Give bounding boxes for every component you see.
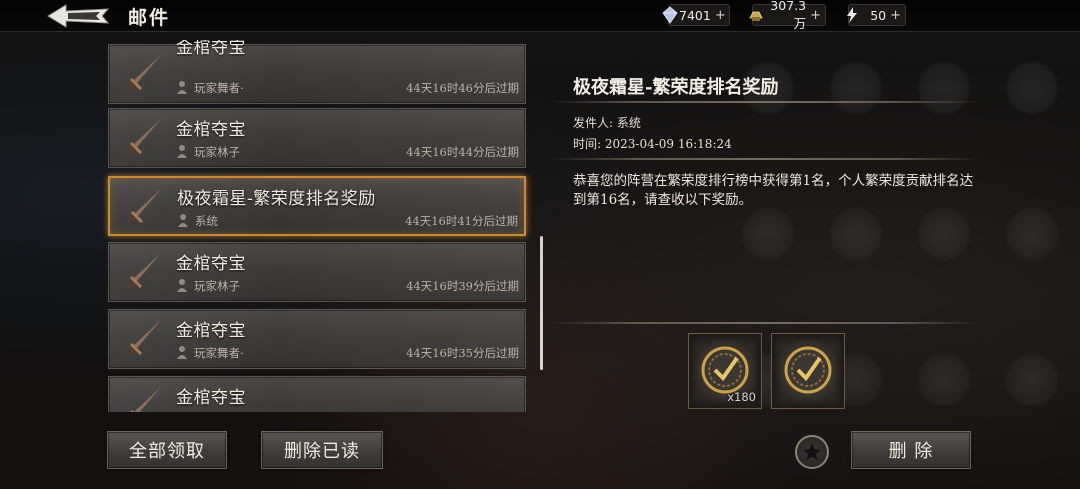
mail-list-item[interactable]: 金棺夺宝 玩家林子 44天16时39分后过期 [108,242,526,302]
reward-item[interactable]: x180 [689,334,761,408]
mail-sender: 系统 [195,214,218,228]
medal-check-icon [784,346,832,394]
mail-list-item[interactable]: 金棺夺宝 玩家舞者· 44天16时46分后过期 [108,40,526,104]
person-icon [178,214,188,227]
add-diamond-button[interactable]: + [715,8,726,23]
mail-title: 金棺夺宝 [176,321,246,341]
mail-list-item[interactable]: 金棺夺宝 玩家舞者· 44天16时35分后过期 [108,309,526,369]
mail-expire-time: 44天16时39分后过期 [406,279,519,293]
mail-sender: 玩家林子 [194,279,240,293]
delete-read-button[interactable]: 删除已读 [261,431,383,469]
favorite-button[interactable] [795,435,829,469]
mail-sender: 玩家林子 [194,145,240,159]
top-bar: 邮件 7401 + 307.3万 + 50 + [0,0,1080,32]
reward-quantity: x180 [727,390,756,404]
mail-title: 金棺夺宝 [176,254,246,274]
back-arrow-icon [47,4,110,28]
back-button[interactable] [44,2,114,30]
mail-list-item[interactable]: 金棺夺宝 玩家林子 44天16时44分后过期 [108,108,526,168]
page-title: 邮件 [128,7,171,29]
mail-title: 金棺夺宝 [176,40,246,58]
add-gold-button[interactable]: + [810,8,821,23]
mail-expire-time: 44天16时41分后过期 [405,214,518,228]
divider [550,101,980,103]
star-icon [803,443,821,461]
sword-icon [128,188,162,224]
diamond-icon [661,4,679,26]
sword-icon [127,320,161,356]
currency-diamond[interactable]: 7401 + [662,4,730,26]
mail-expire-time: 44天16时35分后过期 [406,346,519,360]
delete-button[interactable]: 删 除 [851,431,971,469]
mail-title: 金棺夺宝 [176,388,246,408]
mail-list[interactable]: 金棺夺宝 玩家舞者· 44天16时46分后过期 金棺夺宝 玩家林子 44天16时… [100,40,540,412]
mail-expire-time: 44天16时46分后过期 [406,81,519,95]
currency-stamina[interactable]: 50 + [847,4,906,26]
mail-detail-sender: 发件人: 系统 [573,116,641,130]
sword-icon [130,387,161,412]
mail-detail-body: 恭喜您的阵营在繁荣度排行榜中获得第1名，个人繁荣度贡献排名达到第16名，请查收以… [573,173,974,208]
mail-list-scrollbar[interactable] [540,236,543,370]
gold-ingot-icon [745,4,767,26]
add-stamina-button[interactable]: + [890,8,901,23]
divider [550,158,980,160]
person-icon [177,81,187,94]
person-icon [177,346,187,359]
claim-all-button[interactable]: 全部领取 [107,431,227,469]
sword-icon [127,119,161,155]
mail-title: 金棺夺宝 [176,120,246,140]
currency-gold[interactable]: 307.3万 + [749,0,826,31]
stamina-value: 50 [870,7,887,23]
person-icon [177,279,187,292]
divider [550,322,980,324]
mail-sender: 玩家舞者· [194,346,244,360]
mail-list-item[interactable]: 金棺夺宝 [108,376,526,412]
gold-value: 307.3万 [770,0,807,31]
reward-item[interactable] [772,334,844,408]
mail-sender: 玩家舞者· [194,81,244,95]
mail-expire-time: 44天16时44分后过期 [406,145,519,159]
person-icon [177,145,187,158]
sword-icon [127,253,161,289]
mail-list-item-selected[interactable]: 极夜霜星-繁荣度排名奖励 系统 44天16时41分后过期 [108,176,526,236]
mail-detail-time: 时间: 2023-04-09 16:18:24 [573,137,732,151]
mail-title: 极夜霜星-繁荣度排名奖励 [177,189,376,209]
mail-detail-title: 极夜霜星-繁荣度排名奖励 [573,77,779,98]
diamond-value: 7401 [679,7,711,23]
sword-icon [127,55,161,91]
lightning-stamina-icon [841,4,863,26]
